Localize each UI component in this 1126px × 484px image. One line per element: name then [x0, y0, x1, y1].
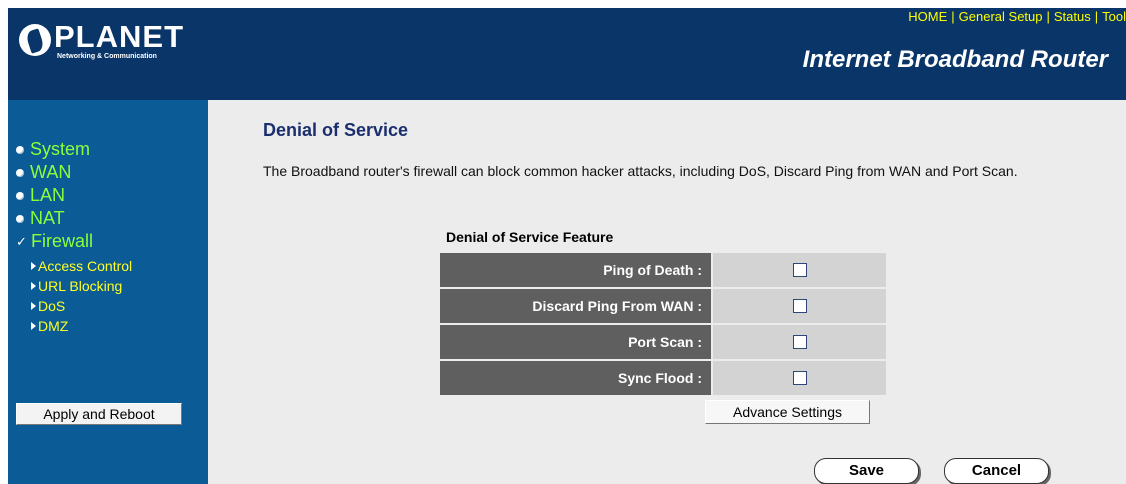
feature-label: Sync Flood :: [440, 361, 713, 395]
table-row: Discard Ping From WAN :: [440, 289, 886, 323]
checkmark-icon: ✓: [16, 234, 27, 249]
nav-separator: |: [1046, 9, 1050, 24]
cancel-button[interactable]: Cancel: [944, 458, 1049, 484]
radio-bullet-icon: [16, 145, 24, 154]
brand-name: PLANET: [54, 19, 184, 54]
submenu-item-label: DMZ: [38, 318, 69, 334]
sidebar-item-firewall[interactable]: ✓ Firewall: [16, 230, 132, 253]
table-row: Sync Flood :: [440, 361, 886, 395]
submenu-item-dmz[interactable]: DMZ: [31, 316, 132, 336]
feature-checkbox-cell: [713, 289, 886, 323]
planet-logo-icon: [19, 24, 51, 56]
radio-bullet-icon: [16, 191, 24, 200]
feature-checkbox-cell: [713, 253, 886, 287]
feature-label: Port Scan :: [440, 325, 713, 359]
main-content: Denial of Service The Broadband router's…: [208, 100, 1126, 484]
sidebar-item-label: LAN: [30, 185, 66, 205]
table-row: Ping of Death :: [440, 253, 886, 287]
feature-checkbox-cell: [713, 325, 886, 359]
nav-tool-link[interactable]: Tool: [1102, 9, 1126, 24]
nav-status-link[interactable]: Status: [1054, 9, 1091, 24]
sidebar-item-lan[interactable]: LAN: [16, 184, 132, 207]
feature-heading: Denial of Service Feature: [446, 229, 614, 245]
submenu-item-access-control[interactable]: Access Control: [31, 256, 132, 276]
submenu-item-label: Access Control: [38, 258, 133, 274]
nav-separator: |: [951, 9, 955, 24]
radio-bullet-icon: [16, 214, 24, 223]
page-title: Denial of Service: [263, 120, 409, 140]
header-bar: PLANET Networking & Communication HOME | G…: [8, 8, 1126, 100]
submenu-item-label: URL Blocking: [38, 278, 123, 294]
advance-settings-button[interactable]: Advance Settings: [705, 400, 870, 424]
sidebar-item-label: WAN: [30, 162, 72, 182]
port-scan-checkbox[interactable]: [792, 334, 807, 349]
radio-bullet-icon: [16, 168, 24, 177]
submenu-item-label: DoS: [38, 298, 66, 314]
sidebar-item-label: Firewall: [31, 231, 94, 251]
arrow-right-icon: [31, 282, 36, 290]
sidebar: System WAN LAN NAT ✓ Firewall Access Con…: [8, 100, 208, 484]
submenu-item-url-blocking[interactable]: URL Blocking: [31, 276, 132, 296]
arrow-right-icon: [31, 322, 36, 330]
apply-and-reboot-button[interactable]: Apply and Reboot: [16, 403, 182, 425]
feature-label: Ping of Death :: [440, 253, 713, 287]
sync-flood-checkbox[interactable]: [792, 370, 807, 385]
dos-feature-table: Ping of Death : Discard Ping From WAN : …: [440, 251, 886, 397]
sidebar-item-system[interactable]: System: [16, 138, 132, 161]
nav-general-setup-link[interactable]: General Setup: [959, 9, 1043, 24]
planet-logo[interactable]: PLANET Networking & Communication: [16, 20, 183, 68]
discard-ping-from-wan-checkbox[interactable]: [792, 298, 807, 313]
product-title: Internet Broadband Router: [802, 46, 1108, 73]
nav-separator: |: [1094, 9, 1099, 24]
sidebar-menu: System WAN LAN NAT ✓ Firewall Access Con…: [16, 138, 132, 336]
arrow-right-icon: [31, 262, 36, 270]
save-button[interactable]: Save: [814, 458, 919, 484]
top-navigation: HOME | General Setup | Status | Tool: [908, 9, 1126, 24]
page-description: The Broadband router's firewall can bloc…: [263, 163, 1018, 179]
table-row: Port Scan :: [440, 325, 886, 359]
feature-label: Discard Ping From WAN :: [440, 289, 713, 323]
ping-of-death-checkbox[interactable]: [792, 262, 807, 277]
sidebar-item-wan[interactable]: WAN: [16, 161, 132, 184]
submenu-item-dos[interactable]: DoS: [31, 296, 132, 316]
sidebar-item-label: NAT: [30, 208, 65, 228]
nav-home-link[interactable]: HOME: [908, 9, 947, 24]
brand-tagline: Networking & Communication: [57, 53, 157, 60]
sidebar-item-nat[interactable]: NAT: [16, 207, 132, 230]
firewall-submenu: Access Control URL Blocking DoS DMZ: [31, 256, 132, 336]
sidebar-item-label: System: [30, 139, 91, 159]
feature-checkbox-cell: [713, 361, 886, 395]
arrow-right-icon: [31, 302, 36, 310]
